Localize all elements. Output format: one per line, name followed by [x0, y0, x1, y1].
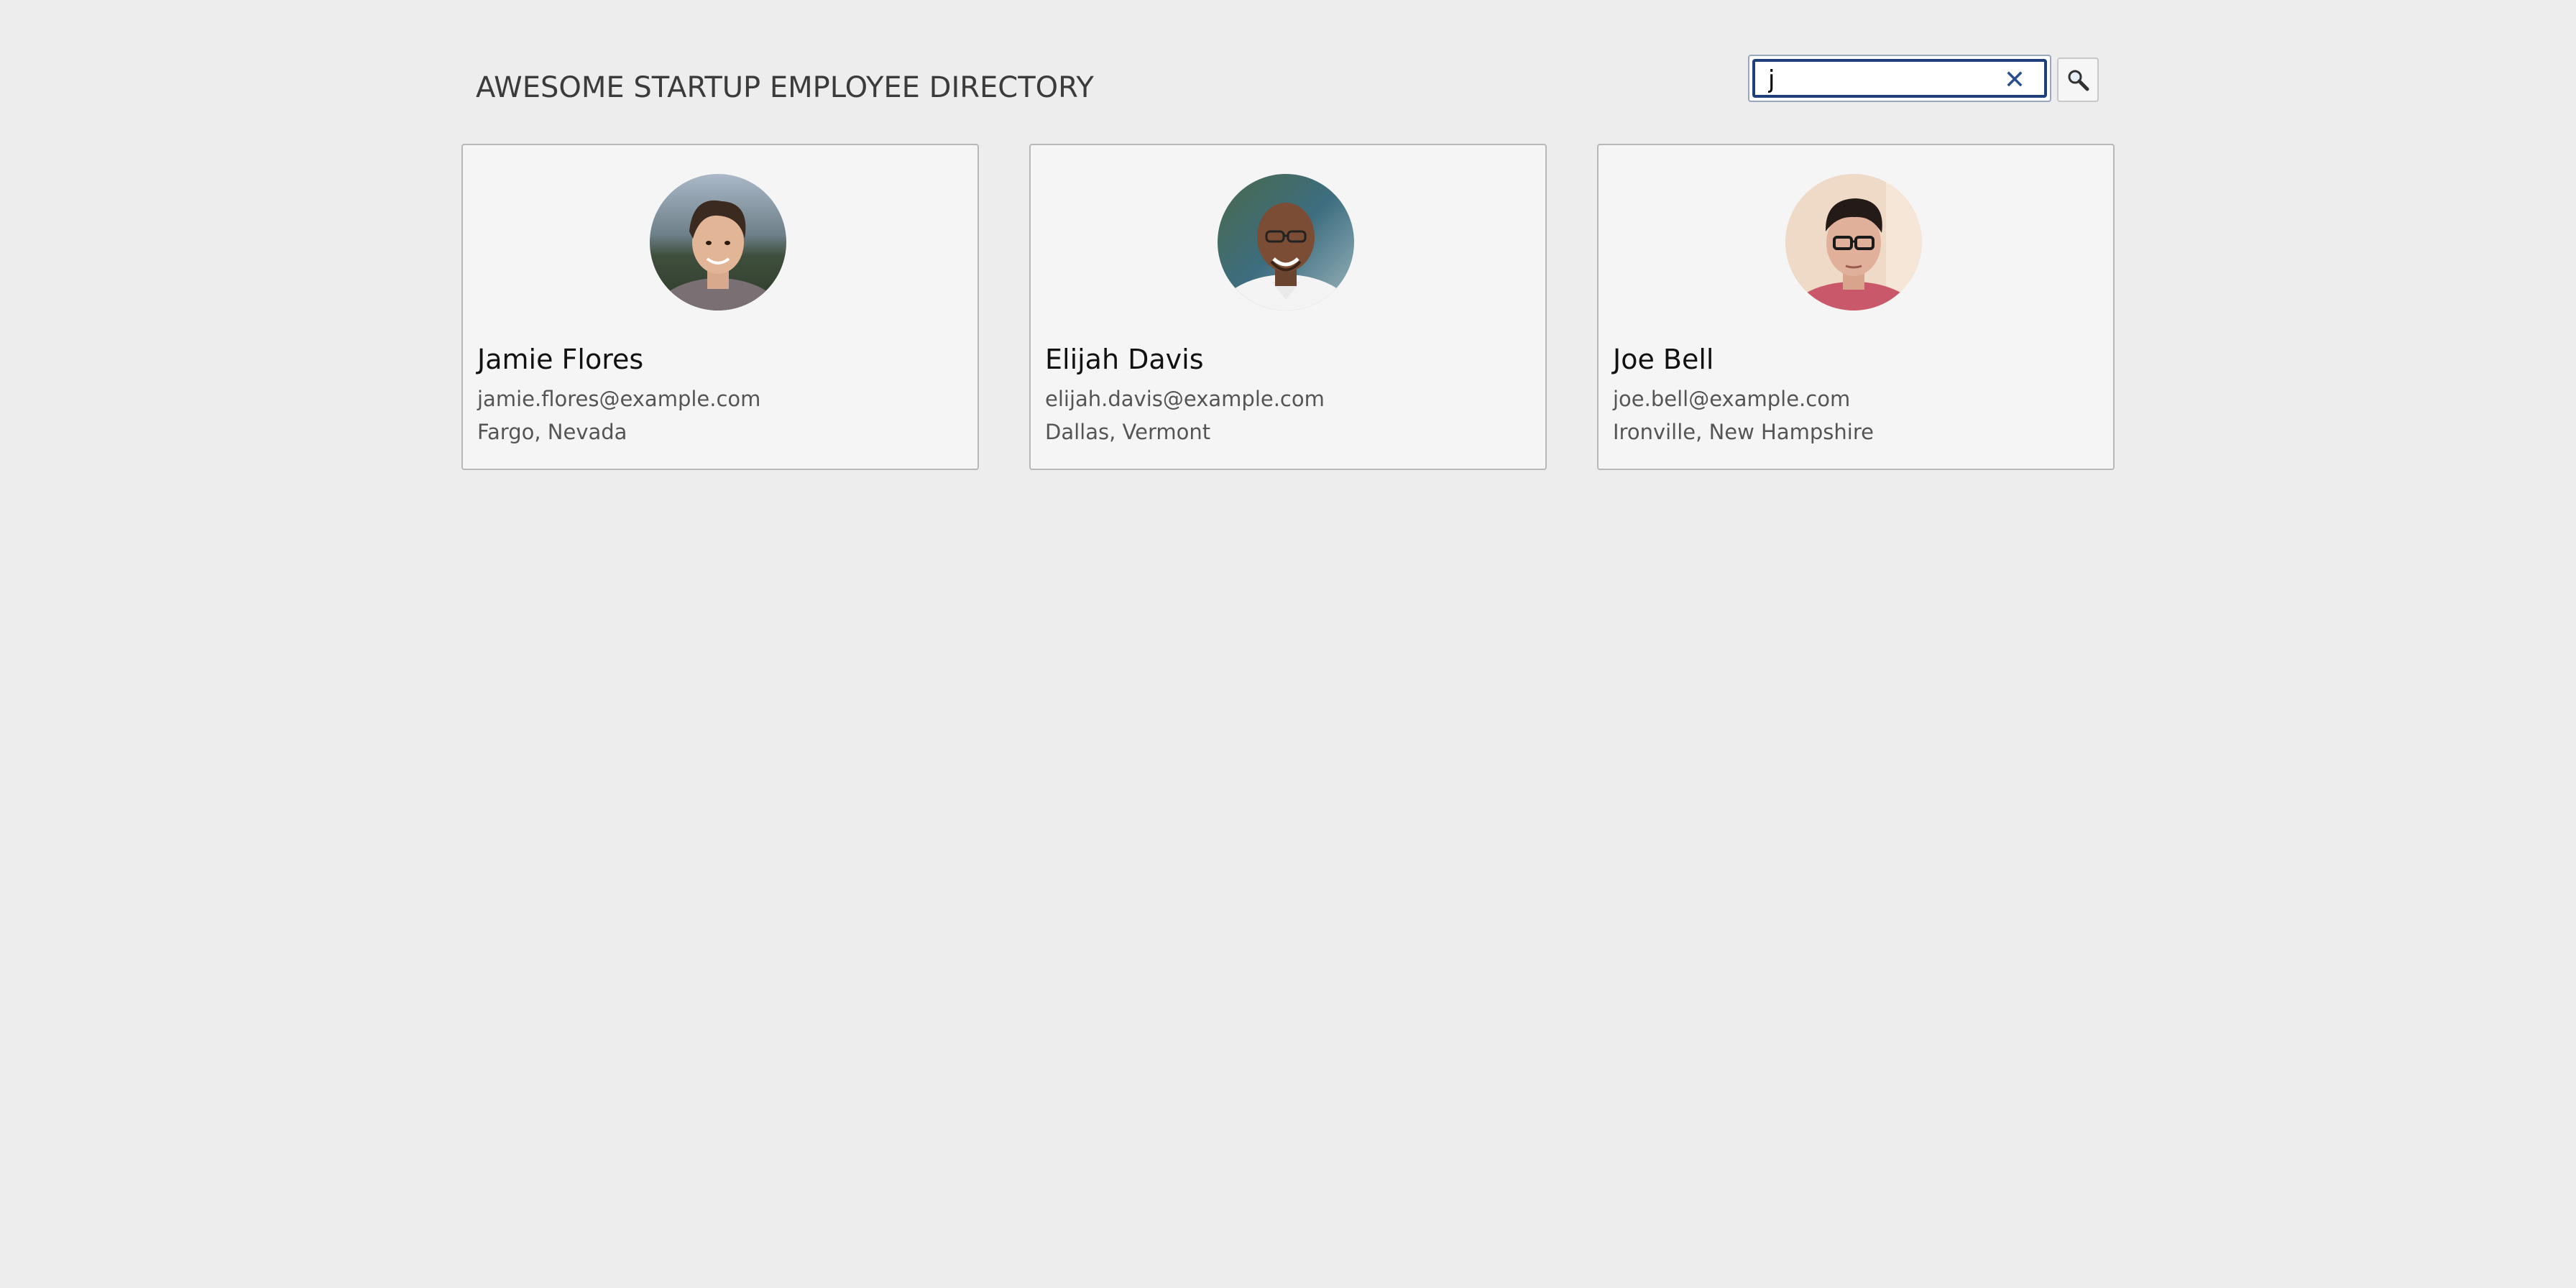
avatar: [1785, 174, 1922, 310]
avatar: [650, 174, 786, 310]
employee-card[interactable]: Joe Bell joe.bell@example.com Ironville,…: [1597, 144, 2115, 470]
employee-email: joe.bell@example.com: [1613, 387, 1851, 411]
page: AWESOME STARTUP EMPLOYEE DIRECTORY ✕: [0, 0, 2576, 1288]
employee-name: Elijah Davis: [1045, 344, 1204, 375]
search-button[interactable]: [2057, 58, 2099, 102]
employee-gallery: Jamie Flores jamie.flores@example.com Fa…: [461, 144, 2115, 472]
employee-location: Fargo, Nevada: [477, 420, 627, 444]
employee-location: Ironville, New Hampshire: [1613, 420, 1874, 444]
close-icon[interactable]: ✕: [2004, 65, 2025, 95]
employee-name: Jamie Flores: [477, 344, 644, 375]
search-focus-ring: ✕: [1752, 59, 2047, 98]
employee-card[interactable]: Jamie Flores jamie.flores@example.com Fa…: [461, 144, 979, 470]
search-input[interactable]: [1768, 65, 1998, 95]
avatar: [1218, 174, 1354, 310]
search-icon: [2068, 70, 2089, 91]
employee-card[interactable]: Elijah Davis elijah.davis@example.com Da…: [1029, 144, 1547, 470]
employee-email: jamie.flores@example.com: [477, 387, 761, 411]
employee-location: Dallas, Vermont: [1045, 420, 1211, 444]
page-title: AWESOME STARTUP EMPLOYEE DIRECTORY: [476, 71, 1094, 104]
employee-email: elijah.davis@example.com: [1045, 387, 1325, 411]
header: AWESOME STARTUP EMPLOYEE DIRECTORY: [476, 68, 1626, 108]
search-box[interactable]: ✕: [1748, 55, 2051, 102]
employee-name: Joe Bell: [1613, 344, 1714, 375]
